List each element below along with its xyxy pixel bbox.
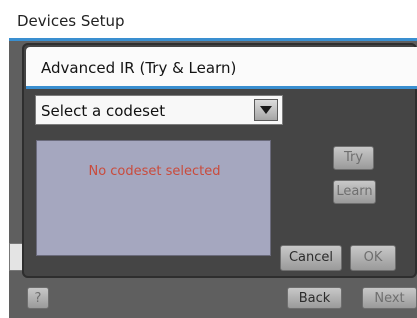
title-divider xyxy=(9,38,417,41)
page-title: Devices Setup xyxy=(17,12,125,30)
title-bar: Devices Setup xyxy=(9,0,417,40)
empty-message: No codeset selected xyxy=(88,164,221,179)
learn-button[interactable]: Learn xyxy=(333,180,376,204)
codeset-select-value: Select a codeset xyxy=(41,102,166,120)
next-button[interactable]: Next xyxy=(362,287,417,309)
back-button[interactable]: Back xyxy=(287,287,342,309)
dialog-title: Advanced IR (Try & Learn) xyxy=(41,59,237,77)
ok-button[interactable]: OK xyxy=(350,245,396,271)
dropdown-arrow-icon[interactable] xyxy=(254,99,278,121)
dialog-header: Advanced IR (Try & Learn) xyxy=(26,47,417,86)
advanced-ir-dialog: Advanced IR (Try & Learn) Select a codes… xyxy=(22,43,417,278)
dialog-divider xyxy=(26,86,417,89)
codeset-select[interactable]: Select a codeset xyxy=(35,95,283,125)
cancel-button[interactable]: Cancel xyxy=(280,245,342,271)
codeset-panel: No codeset selected xyxy=(36,140,271,256)
help-button[interactable]: ? xyxy=(27,287,49,309)
try-button[interactable]: Try xyxy=(333,146,374,170)
